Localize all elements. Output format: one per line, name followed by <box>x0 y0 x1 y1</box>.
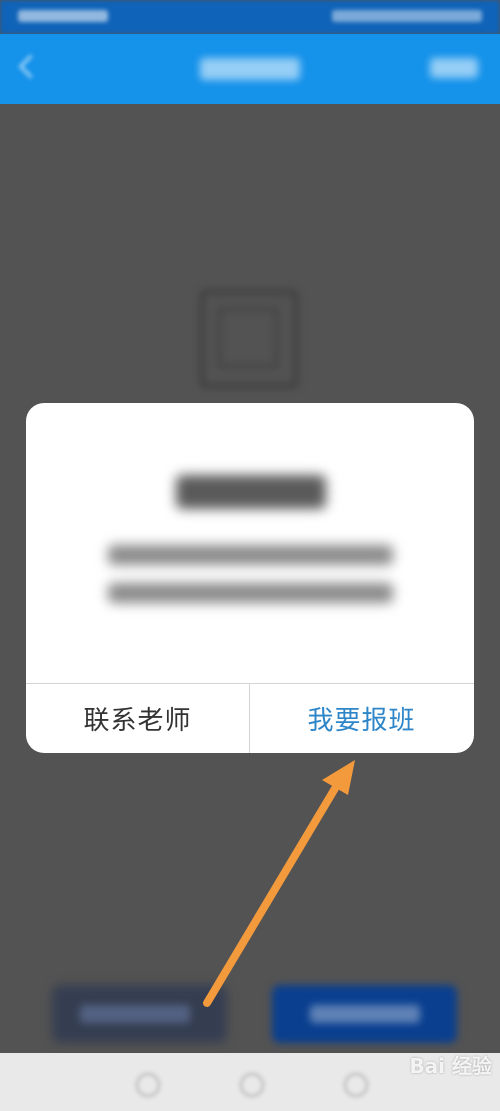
status-bar <box>0 0 500 34</box>
dialog-message-line-2 <box>108 583 393 603</box>
enroll-button[interactable]: 我要报班 <box>250 684 473 753</box>
contact-teacher-button[interactable]: 联系老师 <box>26 684 249 753</box>
status-signal-indicator <box>18 10 108 22</box>
header-action-button[interactable] <box>430 58 478 78</box>
secondary-bottom-button-label <box>80 1005 190 1023</box>
dialog-message-line-1 <box>108 545 393 565</box>
empty-state-icon-inner <box>218 308 278 368</box>
back-icon[interactable] <box>18 54 43 79</box>
enroll-dialog: 联系老师 我要报班 <box>26 403 474 753</box>
primary-bottom-button-label <box>310 1005 420 1023</box>
page-title <box>200 58 300 80</box>
watermark: Bai 经验 <box>409 1054 492 1078</box>
dialog-title <box>176 475 326 509</box>
nav-recent-icon[interactable] <box>344 1073 368 1097</box>
title-bar <box>0 34 500 104</box>
screen: 联系老师 我要报班 Bai 经验 <box>0 0 500 1111</box>
nav-home-icon[interactable] <box>240 1073 264 1097</box>
status-battery-time <box>332 10 482 22</box>
nav-back-icon[interactable] <box>136 1073 160 1097</box>
